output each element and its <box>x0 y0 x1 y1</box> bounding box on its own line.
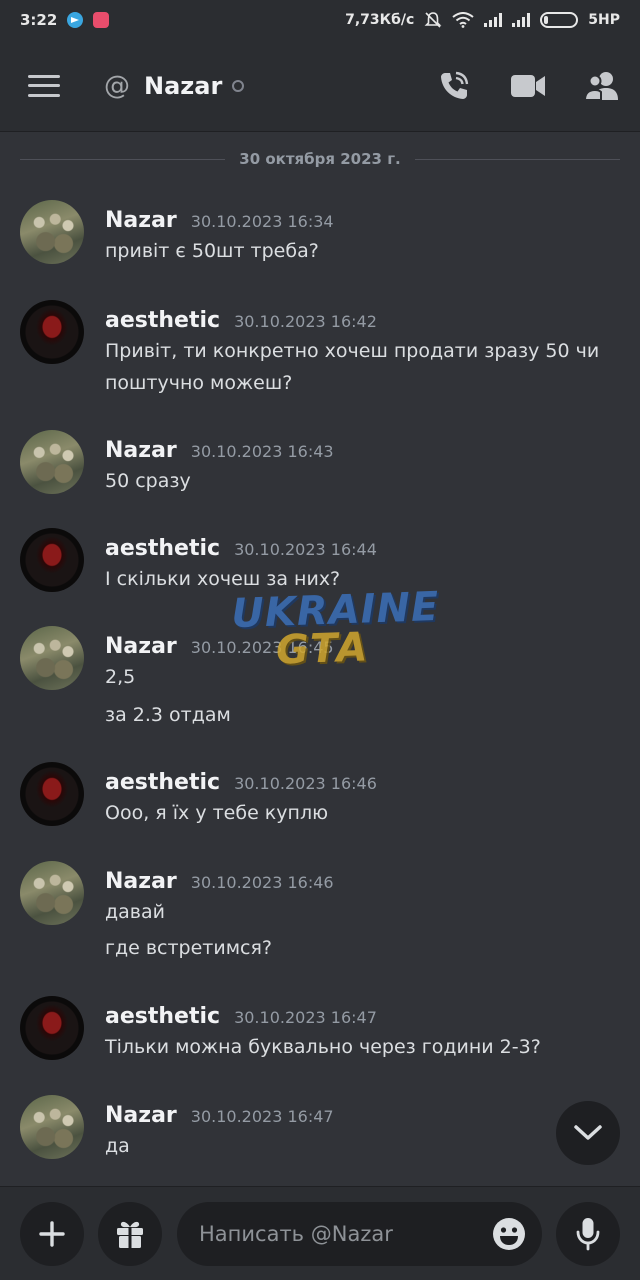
watermark-logo: UKRAINE GTA <box>231 584 440 674</box>
message-text[interactable]: Привіт, ти конкретно хочеш продати зразу… <box>105 340 599 362</box>
battery-icon <box>540 12 579 28</box>
message-input-wrapper <box>177 1202 542 1266</box>
message-text[interactable]: Тільки можна буквально через години 2-3? <box>105 1036 541 1058</box>
message-text[interactable]: 2,5 <box>105 666 135 688</box>
microphone-icon <box>576 1218 600 1251</box>
avatar[interactable] <box>20 762 84 826</box>
message-text[interactable]: за 2.3 отдам <box>105 704 231 726</box>
gift-icon <box>117 1221 143 1248</box>
avatar[interactable] <box>20 528 84 592</box>
page-title[interactable]: Nazar <box>144 72 222 100</box>
status-bar: 3:22 7,73Кб/с 5HP <box>0 0 640 40</box>
message-timestamp: 30.10.2023 16:43 <box>190 442 334 461</box>
avatar[interactable] <box>20 861 84 925</box>
scroll-to-bottom-button[interactable] <box>556 1101 620 1165</box>
message-timestamp: 30.10.2023 16:42 <box>234 312 377 331</box>
status-time: 3:22 <box>20 11 58 29</box>
message-author[interactable]: aesthetic <box>105 770 220 795</box>
avatar[interactable] <box>20 996 84 1060</box>
message-timestamp: 30.10.2023 16:46 <box>190 873 334 892</box>
message-input[interactable] <box>199 1222 492 1246</box>
offline-status-icon <box>232 79 245 92</box>
message-timestamp: 30.10.2023 16:47 <box>190 1107 334 1126</box>
avatar[interactable] <box>20 430 84 494</box>
app-notification-icon <box>93 12 110 28</box>
message-timestamp: 30.10.2023 16:34 <box>190 212 334 231</box>
signal-icon-1 <box>484 13 503 27</box>
chevron-down-icon <box>574 1125 602 1140</box>
message-text[interactable]: І скільки хочеш за них? <box>105 568 340 590</box>
date-divider: 30 октября 2023 г. <box>20 146 621 172</box>
message-timestamp: 30.10.2023 16:46 <box>234 774 377 793</box>
message-text[interactable]: да <box>105 1135 130 1157</box>
date-divider-label: 30 октября 2023 г. <box>239 150 401 168</box>
at-icon: @ <box>104 70 130 101</box>
avatar[interactable] <box>20 300 84 364</box>
phone-call-icon <box>441 71 469 99</box>
add-attachment-button[interactable] <box>20 1202 84 1266</box>
message-author[interactable]: Nazar <box>105 634 177 659</box>
message-text[interactable]: поштучно можеш? <box>105 372 292 394</box>
network-speed: 7,73Кб/с <box>345 12 415 28</box>
video-call-button[interactable] <box>510 68 546 104</box>
video-camera-icon <box>511 74 545 97</box>
message-author[interactable]: aesthetic <box>105 308 220 333</box>
message-timestamp: 30.10.2023 16:44 <box>234 540 377 559</box>
wifi-icon <box>452 12 474 28</box>
message-text[interactable]: привіт є 50шт треба? <box>105 240 319 262</box>
message-author[interactable]: Nazar <box>105 438 177 463</box>
voice-message-button[interactable] <box>556 1202 620 1266</box>
divider-line-left <box>20 158 226 160</box>
signal-icon-2 <box>512 13 531 27</box>
message-author[interactable]: aesthetic <box>105 536 220 561</box>
telegram-icon <box>67 12 84 28</box>
message-text[interactable]: 50 сразу <box>105 470 191 492</box>
message-text[interactable]: где встретимся? <box>105 937 272 959</box>
message-text[interactable]: давай <box>105 901 165 923</box>
avatar[interactable] <box>20 1095 84 1159</box>
message-author[interactable]: Nazar <box>105 869 177 894</box>
mute-bell-icon <box>424 12 442 28</box>
gift-button[interactable] <box>98 1202 162 1266</box>
hamburger-icon[interactable] <box>28 74 60 97</box>
avatar[interactable] <box>20 200 84 264</box>
avatar[interactable] <box>20 626 84 690</box>
emoji-icon <box>493 1218 525 1250</box>
divider-line-right <box>414 158 621 160</box>
call-button[interactable] <box>436 68 472 104</box>
members-button[interactable] <box>584 68 620 104</box>
channel-header: @ Nazar <box>0 40 640 132</box>
message-author[interactable]: Nazar <box>105 1103 177 1128</box>
message-composer <box>0 1186 640 1280</box>
message-text[interactable]: Ооо, я їх у тебе куплю <box>105 802 328 824</box>
message-author[interactable]: aesthetic <box>105 1004 220 1029</box>
message-timestamp: 30.10.2023 16:47 <box>234 1008 377 1027</box>
members-icon <box>584 71 618 101</box>
carrier-label: 5HP <box>588 12 620 28</box>
emoji-button[interactable] <box>492 1217 526 1251</box>
plus-icon <box>39 1221 65 1247</box>
message-author[interactable]: Nazar <box>105 208 177 233</box>
